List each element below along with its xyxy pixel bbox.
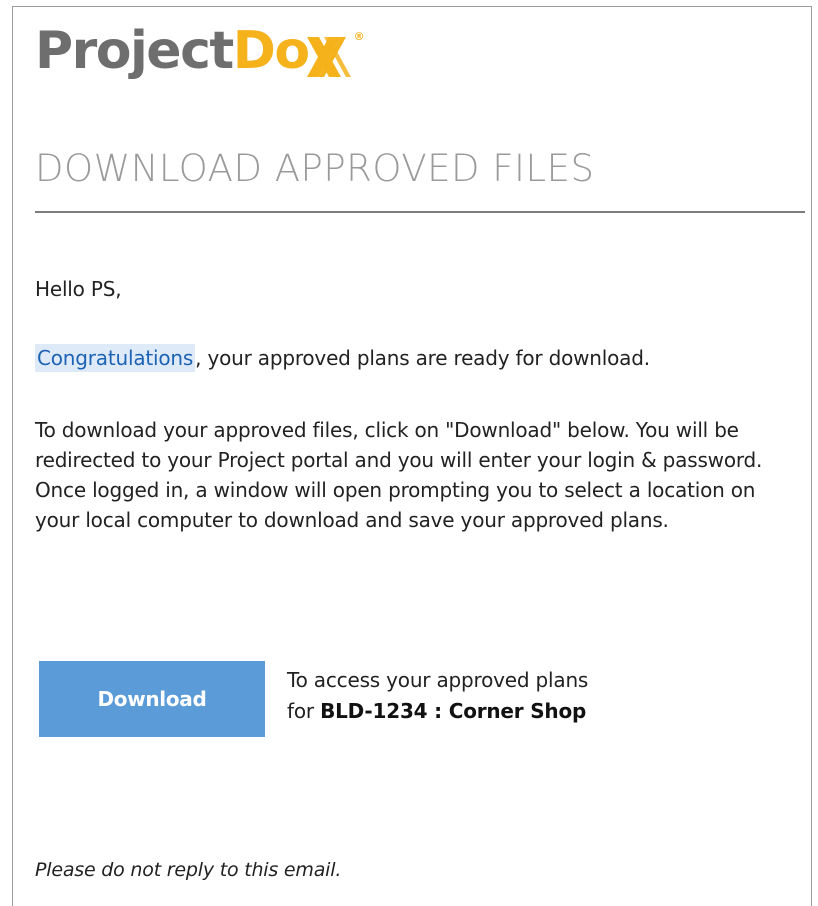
logo-text-do: Do xyxy=(232,21,310,81)
greeting-text: Hello PS, xyxy=(35,277,122,301)
access-info: To access your approved plans for BLD-12… xyxy=(287,665,588,727)
download-instructions: To download your approved files, click o… xyxy=(35,418,763,532)
project-reference: BLD-1234 : Corner Shop xyxy=(320,699,587,723)
highlighted-word: Congratulations xyxy=(35,344,196,372)
no-reply-note: Please do not reply to this email. xyxy=(35,859,342,881)
email-frame: Project Do ® DOWNLOAD APPROVED FILES Hel… xyxy=(12,6,812,906)
congratulations-rest: , your approved plans are ready for down… xyxy=(195,346,650,370)
title-divider xyxy=(35,211,805,213)
projectdox-logo: Project Do ® xyxy=(35,25,365,101)
logo-text-project: Project xyxy=(35,21,234,81)
logo-registered-mark: ® xyxy=(353,30,365,43)
page-title: DOWNLOAD APPROVED FILES xyxy=(35,147,595,190)
congratulations-message: Congratulations, your approved plans are… xyxy=(35,343,650,373)
access-info-line2: for BLD-1234 : Corner Shop xyxy=(287,696,588,727)
download-button[interactable]: Download xyxy=(39,661,265,737)
access-info-for: for xyxy=(287,699,321,723)
access-info-line1: To access your approved plans xyxy=(287,668,589,692)
logo-x-mark-icon xyxy=(306,33,353,81)
